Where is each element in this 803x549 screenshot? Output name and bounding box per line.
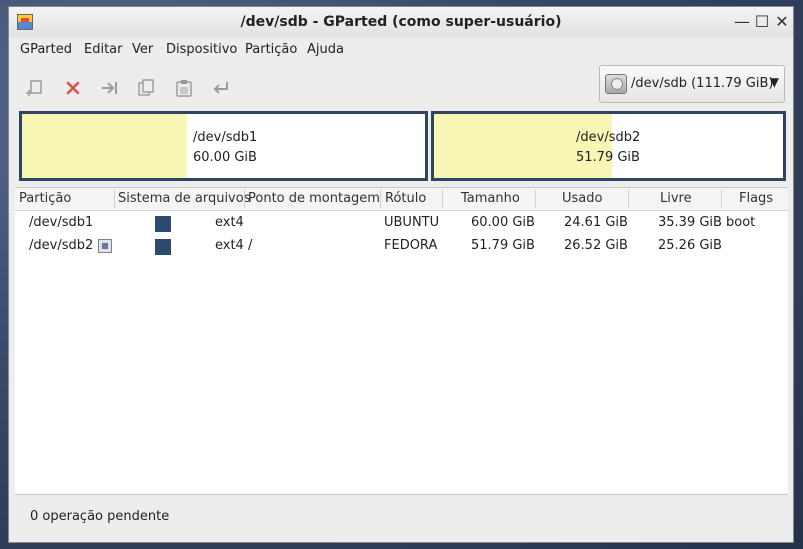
- paste-icon[interactable]: [171, 75, 197, 101]
- menu-gparted[interactable]: GParted: [20, 42, 72, 57]
- cell-used: 26.52 GiB: [564, 238, 628, 253]
- partition-block-name: /dev/sdb2: [576, 130, 641, 145]
- undo-icon[interactable]: [208, 75, 234, 101]
- header-ponto-montagem[interactable]: Ponto de montagem: [248, 191, 380, 206]
- maximize-button[interactable]: ☐: [751, 11, 773, 33]
- partition-block-size: 60.00 GiB: [193, 150, 257, 165]
- column-separator[interactable]: [244, 190, 245, 208]
- status-bar: 0 operação pendente: [15, 494, 788, 539]
- device-selector-label: /dev/sdb (111.79 GiB): [631, 76, 774, 91]
- pending-operations-text: 0 operação pendente: [30, 509, 170, 524]
- cell-filesystem: ext4: [215, 238, 244, 253]
- minimize-button[interactable]: —: [731, 11, 753, 33]
- filesystem-color-icon: [155, 216, 171, 232]
- header-usado[interactable]: Usado: [562, 191, 602, 206]
- cell-flags: boot: [726, 215, 756, 230]
- header-sistema-arquivos[interactable]: Sistema de arquivos: [118, 191, 250, 206]
- cell-label: FEDORA: [384, 238, 438, 253]
- cell-filesystem: ext4: [215, 215, 244, 230]
- table-row[interactable]: /dev/sdb1 ext4 UBUNTU 60.00 GiB 24.61 Gi…: [15, 212, 788, 235]
- menu-particao[interactable]: Partição: [245, 42, 297, 57]
- table-header: Partição Sistema de arquivos Ponto de mo…: [15, 188, 788, 211]
- column-separator[interactable]: [628, 190, 629, 208]
- cell-label: UBUNTU: [384, 215, 440, 230]
- partition-block-sdb1[interactable]: /dev/sdb1 60.00 GiB: [19, 111, 428, 181]
- partition-block-name: /dev/sdb1: [193, 130, 258, 145]
- used-space-bar: [434, 114, 612, 178]
- resize-move-icon[interactable]: [97, 75, 123, 101]
- mounted-lock-icon: [98, 239, 112, 253]
- device-selector[interactable]: /dev/sdb (111.79 GiB) ▼: [599, 65, 785, 103]
- cell-size: 51.79 GiB: [471, 238, 535, 253]
- header-flags[interactable]: Flags: [739, 191, 773, 206]
- menu-editar[interactable]: Editar: [84, 42, 123, 57]
- delete-icon[interactable]: [60, 75, 86, 101]
- cell-free: 25.26 GiB: [658, 238, 722, 253]
- window-title: /dev/sdb - GParted (como super-usuário): [240, 14, 562, 30]
- table-row[interactable]: /dev/sdb2 ext4 / FEDORA 51.79 GiB 26.52 …: [15, 235, 788, 258]
- partition-block-size: 51.79 GiB: [576, 150, 640, 165]
- header-tamanho[interactable]: Tamanho: [461, 191, 520, 206]
- gparted-window: /dev/sdb - GParted (como super-usuário) …: [8, 6, 794, 543]
- dropdown-arrow-icon: ▼: [769, 75, 779, 89]
- new-partition-icon[interactable]: [22, 75, 48, 101]
- cell-size: 60.00 GiB: [471, 215, 535, 230]
- column-separator[interactable]: [442, 190, 443, 208]
- cell-used: 24.61 GiB: [564, 215, 628, 230]
- used-space-bar: [22, 114, 188, 178]
- cell-mount-point: /: [248, 238, 253, 253]
- header-livre[interactable]: Livre: [660, 191, 692, 206]
- column-separator[interactable]: [380, 190, 381, 208]
- close-button[interactable]: ✕: [771, 11, 793, 33]
- menu-bar: GParted Editar Ver Dispositivo Partição …: [9, 37, 793, 63]
- column-separator[interactable]: [721, 190, 722, 208]
- column-separator[interactable]: [114, 190, 115, 208]
- column-separator[interactable]: [535, 190, 536, 208]
- copy-icon[interactable]: [133, 75, 159, 101]
- partition-block-sdb2[interactable]: /dev/sdb2 51.79 GiB: [431, 111, 786, 181]
- partition-table: Partição Sistema de arquivos Ponto de mo…: [15, 187, 788, 494]
- cell-partition: /dev/sdb1: [29, 215, 94, 230]
- header-particao[interactable]: Partição: [19, 191, 71, 206]
- menu-ajuda[interactable]: Ajuda: [307, 42, 344, 57]
- filesystem-color-icon: [155, 239, 171, 255]
- menu-dispositivo[interactable]: Dispositivo: [166, 42, 237, 57]
- menu-ver[interactable]: Ver: [132, 42, 153, 57]
- cell-free: 35.39 GiB: [658, 215, 722, 230]
- header-rotulo[interactable]: Rótulo: [385, 191, 426, 206]
- harddisk-icon: [605, 74, 627, 94]
- cell-partition: /dev/sdb2: [29, 238, 94, 253]
- title-bar[interactable]: /dev/sdb - GParted (como super-usuário) …: [9, 7, 793, 38]
